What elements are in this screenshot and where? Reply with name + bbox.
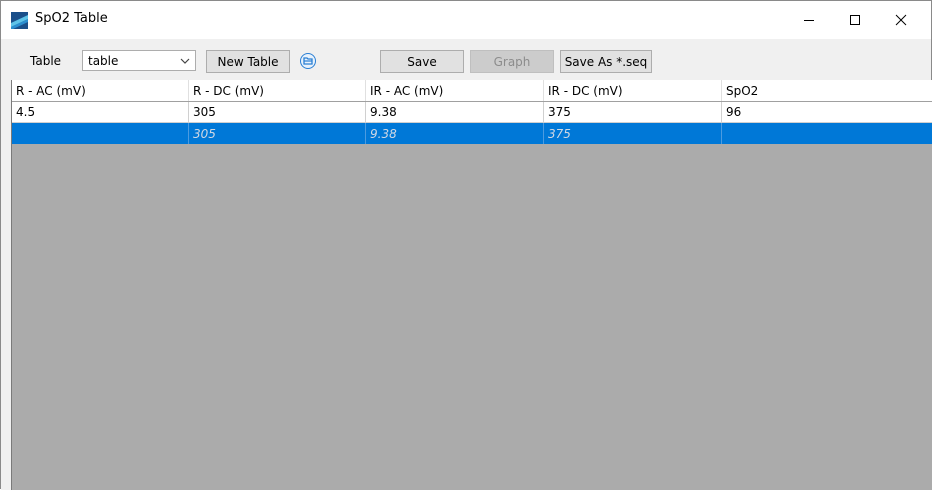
- folder-open-icon[interactable]: [300, 53, 316, 69]
- toolbar: Table table New Table Save Graph Save As…: [1, 39, 931, 79]
- minimize-icon: [804, 20, 814, 21]
- minimize-button[interactable]: [786, 1, 832, 39]
- grid-cell[interactable]: 305: [189, 102, 366, 123]
- grid-cell[interactable]: 9.38: [366, 102, 544, 123]
- grid-cell[interactable]: 305: [189, 123, 366, 144]
- grid-cell[interactable]: 96: [722, 102, 932, 123]
- grid-cell[interactable]: 4.5: [12, 102, 189, 123]
- graph-button[interactable]: Graph: [470, 50, 554, 73]
- grid-cell[interactable]: 9.38: [366, 123, 544, 144]
- left-border-strip: [1, 80, 11, 490]
- title-bar[interactable]: SpO2 Table: [1, 1, 931, 39]
- table-row[interactable]: 4.5 305 9.38 375 96: [12, 102, 932, 123]
- column-header[interactable]: R - AC (mV): [12, 80, 189, 101]
- close-icon: [895, 14, 907, 26]
- spo2-table-window: SpO2 Table Table table New Table Save Gr…: [0, 0, 932, 490]
- table-label: Table: [30, 54, 62, 68]
- table-select-value: table: [88, 54, 119, 68]
- grid-header-row: R - AC (mV) R - DC (mV) IR - AC (mV) IR …: [12, 80, 932, 102]
- column-header[interactable]: IR - DC (mV): [544, 80, 722, 101]
- column-header[interactable]: IR - AC (mV): [366, 80, 544, 101]
- window-title: SpO2 Table: [35, 11, 108, 26]
- save-as-seq-button[interactable]: Save As *.seq: [560, 50, 652, 73]
- table-select[interactable]: table: [82, 50, 196, 71]
- chevron-down-icon: [180, 58, 190, 64]
- data-grid[interactable]: R - AC (mV) R - DC (mV) IR - AC (mV) IR …: [11, 80, 932, 490]
- maximize-icon: [850, 15, 860, 25]
- app-logo-icon: [11, 12, 28, 29]
- save-button[interactable]: Save: [380, 50, 464, 73]
- grid-cell[interactable]: 375: [544, 102, 722, 123]
- grid-cell[interactable]: 375: [544, 123, 722, 144]
- grid-cell[interactable]: [722, 123, 932, 144]
- grid-cell[interactable]: [12, 123, 189, 144]
- maximize-button[interactable]: [832, 1, 878, 39]
- selected-table-row[interactable]: 305 9.38 375: [12, 123, 932, 144]
- new-table-button[interactable]: New Table: [206, 50, 290, 73]
- close-button[interactable]: [878, 1, 924, 39]
- column-header[interactable]: R - DC (mV): [189, 80, 366, 101]
- column-header[interactable]: SpO2: [722, 80, 932, 101]
